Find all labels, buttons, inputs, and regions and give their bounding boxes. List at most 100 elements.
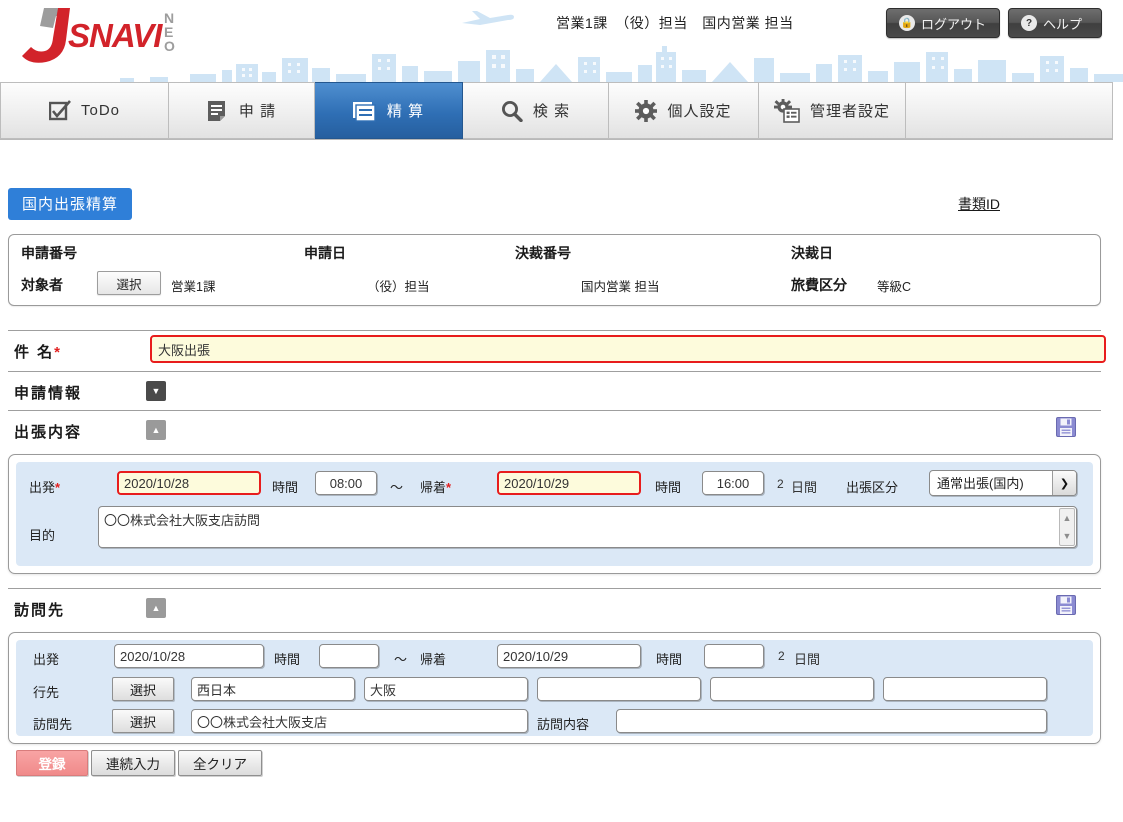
trip-depart-label: 出発* (29, 477, 60, 496)
tab-admin-settings-label: 管理者設定 (810, 100, 890, 121)
visit-range-tilde: ～ (394, 649, 407, 668)
trip-days-unit: 日間 (791, 477, 817, 496)
destination-extra-1-input[interactable] (537, 677, 701, 701)
approval-date-label: 決裁日 (791, 243, 833, 263)
visit-detail-label: 訪問内容 (537, 714, 589, 733)
jsnavi-neo-logo: SNAVI N E O (14, 6, 189, 68)
tab-personal-settings[interactable]: 個人設定 (609, 82, 759, 139)
visit-depart-time-label: 時間 (274, 649, 300, 668)
target-position: （役）担当 (367, 276, 430, 295)
destination-region-input[interactable] (191, 677, 355, 701)
main-navigation: ToDo 申 請 精 算 検 索 個人設定 (0, 82, 1113, 140)
trip-content-row: 出張内容 ▲ (8, 411, 1101, 449)
continuous-input-button[interactable]: 連続入力 (91, 750, 175, 776)
visit-dest-row: 訪問先 ▲ (8, 589, 1101, 627)
visit-return-time-input[interactable] (704, 644, 764, 668)
register-button[interactable]: 登録 (16, 750, 88, 776)
tab-apply-label: 申 請 (239, 100, 276, 121)
subject-input[interactable] (150, 335, 1106, 363)
trip-purpose-textarea[interactable]: 〇〇株式会社大阪支店訪問 (98, 506, 1077, 548)
trip-return-time-input[interactable] (702, 471, 764, 495)
trip-depart-date-input[interactable] (117, 471, 261, 495)
airplane-icon (460, 8, 515, 28)
subject-row: 件 名* (8, 331, 1101, 371)
app-root: SNAVI N E O 営業1課 （役）担当 国内営業 担当 🔒 ログアウト ?… (0, 0, 1123, 822)
app-header: SNAVI N E O 営業1課 （役）担当 国内営業 担当 🔒 ログアウト ?… (0, 0, 1123, 82)
main-content: 国内出張精算 書類ID 申請番号 申請日 決裁番号 決裁日 対象者 選択 営業1… (0, 140, 1123, 780)
help-button-label: ヘルプ (1043, 14, 1082, 33)
svg-text:SNAVI: SNAVI (68, 17, 163, 54)
approval-no-label: 決裁番号 (515, 243, 571, 263)
document-id-link[interactable]: 書類ID (958, 194, 1000, 214)
question-icon: ? (1021, 15, 1037, 31)
tab-admin-settings[interactable]: 管理者設定 (759, 82, 906, 139)
trip-type-select[interactable]: 通常出張(国内) (929, 470, 1077, 496)
visit-return-label: 帰着 (420, 649, 446, 668)
visit-depart-date-input[interactable] (114, 644, 264, 668)
visit-return-time-label: 時間 (656, 649, 682, 668)
visit-days-unit: 日間 (794, 649, 820, 668)
tab-settle-label: 精 算 (387, 100, 424, 121)
logout-button-label: ログアウト (921, 14, 986, 33)
travel-class-label: 旅費区分 (791, 275, 847, 295)
trip-content-panel: 出発* 時間 ～ 帰着* 時間 2 日間 出張区分 通常出張(国内) (8, 454, 1101, 574)
trip-depart-required-mark: * (55, 480, 60, 495)
chevron-up-icon[interactable]: ▲ (146, 598, 166, 618)
tab-todo[interactable]: ToDo (0, 82, 169, 139)
visit-company-input[interactable] (191, 709, 528, 733)
gear-list-icon (774, 99, 800, 123)
target-person-select-button[interactable]: 選択 (97, 271, 161, 295)
destination-select-button[interactable]: 選択 (112, 677, 174, 701)
visit-dest-panel: 出発 時間 ～ 帰着 時間 2 日間 行先 選択 訪問先 選択 (8, 632, 1101, 744)
scroll-spinner-icon[interactable]: ▲▼ (1059, 508, 1075, 546)
trip-depart-time-input[interactable] (315, 471, 377, 495)
subject-label-text: 件 名 (14, 344, 54, 361)
chevron-down-icon[interactable]: ▼ (146, 381, 166, 401)
tab-search-label: 検 索 (533, 100, 570, 121)
trip-type-label: 出張区分 (846, 477, 898, 496)
travel-class-value: 等級C (877, 276, 911, 295)
trip-range-tilde: ～ (390, 477, 403, 496)
application-no-label: 申請番号 (21, 243, 77, 263)
trip-return-time-label: 時間 (655, 477, 681, 496)
trip-panel-inner: 出発* 時間 ～ 帰着* 時間 2 日間 出張区分 通常出張(国内) (16, 462, 1093, 566)
tab-settle[interactable]: 精 算 (315, 82, 463, 139)
application-info-label: 申請情報 (14, 382, 82, 403)
visit-company-select-button[interactable]: 選択 (112, 709, 174, 733)
tab-todo-label: ToDo (81, 102, 120, 119)
chevron-up-icon[interactable]: ▲ (146, 420, 166, 440)
visit-return-date-input[interactable] (497, 644, 641, 668)
visit-depart-label: 出発 (33, 649, 59, 668)
floppy-save-icon[interactable] (1056, 595, 1076, 618)
destination-extra-2-input[interactable] (710, 677, 874, 701)
tab-search[interactable]: 検 索 (463, 82, 609, 139)
trip-purpose-wrap[interactable]: 〇〇株式会社大阪支店訪問 ▲▼ (98, 506, 1077, 551)
trip-return-date-input[interactable] (497, 471, 641, 495)
trip-return-required-mark: * (446, 480, 451, 495)
visit-company-label: 訪問先 (33, 714, 72, 733)
clear-all-button[interactable]: 全クリア (178, 750, 262, 776)
visit-depart-time-input[interactable] (319, 644, 379, 668)
destination-city-input[interactable] (364, 677, 528, 701)
user-info: 営業1課 （役）担当 国内営業 担当 (556, 13, 794, 33)
search-icon (501, 100, 523, 122)
trip-depart-time-label: 時間 (272, 477, 298, 496)
tab-apply[interactable]: 申 請 (169, 82, 315, 139)
trip-type-select-wrap[interactable]: 通常出張(国内) ❯ (929, 470, 1077, 496)
document-icon (207, 100, 229, 122)
logout-button[interactable]: 🔒 ログアウト (886, 8, 1000, 38)
help-button[interactable]: ? ヘルプ (1008, 8, 1102, 38)
trip-return-label: 帰着* (420, 477, 451, 496)
destination-extra-3-input[interactable] (883, 677, 1047, 701)
trip-content-label: 出張内容 (14, 421, 82, 442)
target-department: 営業1課 (171, 276, 215, 295)
page-title-row: 国内出張精算 書類ID (0, 188, 1123, 230)
application-info-box: 申請番号 申請日 決裁番号 決裁日 対象者 選択 営業1課 （役）担当 国内営業… (8, 234, 1101, 306)
visit-panel-inner: 出発 時間 ～ 帰着 時間 2 日間 行先 選択 訪問先 選択 (16, 640, 1093, 736)
floppy-save-icon[interactable] (1056, 417, 1076, 440)
lock-icon: 🔒 (899, 15, 915, 31)
checkbox-icon (49, 100, 71, 122)
card-icon (353, 100, 377, 122)
visit-detail-input[interactable] (616, 709, 1047, 733)
target-division: 国内営業 担当 (581, 276, 659, 295)
